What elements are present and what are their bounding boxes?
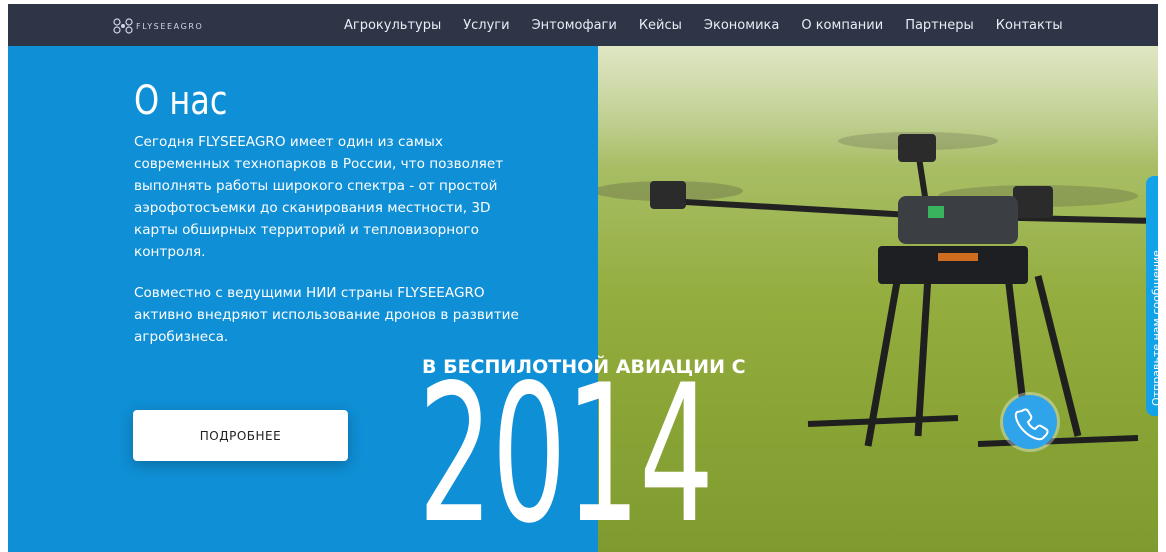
brand-name: FLYSEEAGRO (136, 21, 204, 31)
nav-link-contacts[interactable]: Контакты (996, 18, 1063, 33)
nav-link-about[interactable]: О компании (801, 18, 883, 33)
phone-icon (1014, 408, 1049, 441)
nav-link-economics[interactable]: Экономика (704, 18, 779, 33)
since-year: 2014 (418, 344, 714, 552)
main-menu: Агрокультуры Услуги Энтомофаги Кейсы Эко… (344, 4, 1085, 46)
drone-logo-icon (113, 18, 133, 34)
nav-link-partners[interactable]: Партнеры (905, 18, 974, 33)
top-navigation: FLYSEEAGRO Агрокультуры Услуги Энтомофаг… (8, 4, 1158, 46)
brand-logo[interactable]: FLYSEEAGRO (112, 17, 203, 35)
more-button[interactable]: ПОДРОБНЕЕ (133, 410, 348, 461)
page: FLYSEEAGRO Агрокультуры Услуги Энтомофаг… (8, 4, 1158, 552)
nav-link-cases[interactable]: Кейсы (639, 18, 682, 33)
page-title: О нас (134, 78, 228, 124)
nav-link-entomophages[interactable]: Энтомофаги (532, 18, 617, 33)
about-paragraph-2: Совместно с ведущими НИИ страны FLYSEEAG… (134, 285, 519, 345)
nav-link-services[interactable]: Услуги (463, 18, 509, 33)
send-message-tab[interactable]: Отправьте нам сообщение (1146, 176, 1158, 416)
about-paragraph-1: Сегодня FLYSEEAGRO имеет один из самых с… (134, 134, 504, 260)
send-message-label: Отправьте нам сообщение (1150, 250, 1158, 406)
nav-link-agrocultures[interactable]: Агрокультуры (344, 18, 441, 33)
callback-button[interactable] (1003, 395, 1057, 449)
